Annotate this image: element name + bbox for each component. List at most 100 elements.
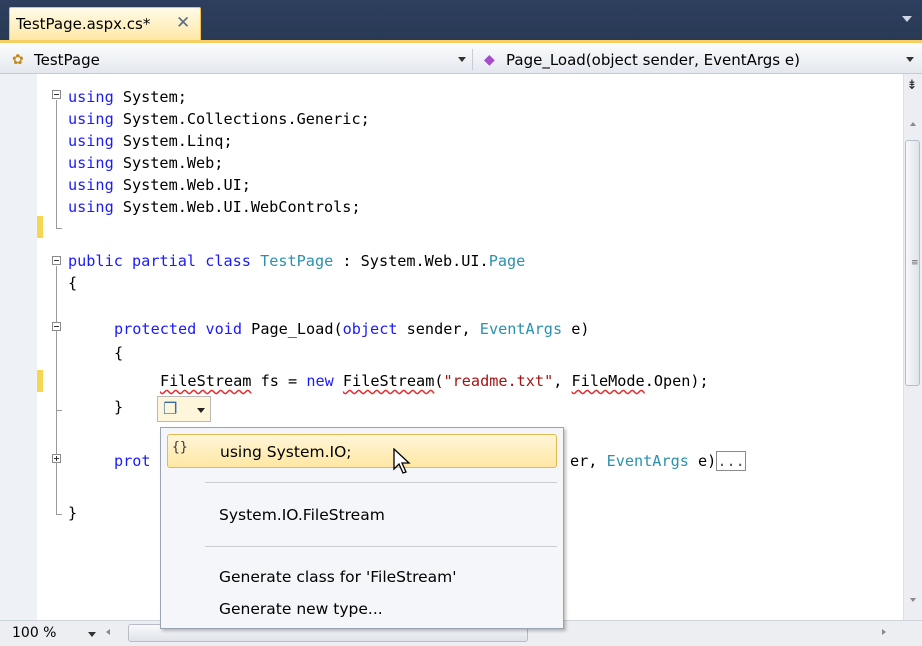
chevron-down-icon[interactable] (88, 632, 96, 637)
scroll-up-icon[interactable] (910, 122, 916, 126)
change-marker (37, 370, 43, 392)
menu-item-generate-class[interactable]: Generate class for 'FileStream' (167, 560, 557, 594)
code-line: { (114, 344, 124, 362)
code-text: System.Linq; (113, 132, 233, 150)
menu-item-using-system-io[interactable]: {} using System.IO; (167, 434, 557, 468)
document-tab-strip: TestPage.aspx.cs* ✕ (0, 0, 922, 40)
menu-item-label: Generate new type... (219, 600, 383, 618)
scroll-right-icon[interactable] (882, 629, 886, 635)
menu-item-label: System.IO.FileStream (219, 506, 385, 524)
code-text: sender, (397, 320, 480, 338)
outline-line (56, 100, 57, 228)
code-line: using System; (68, 86, 187, 108)
splitter-icon[interactable]: ⇟ (904, 78, 920, 94)
code-text: er, (570, 452, 607, 470)
code-text: System.Web; (113, 154, 224, 172)
outline-line (56, 228, 62, 229)
keyword: using (68, 110, 114, 128)
outline-line (56, 514, 62, 515)
smart-tag-button[interactable]: ❐ (157, 396, 211, 422)
keyword: void (205, 320, 243, 338)
code-line: using System.Web; (68, 152, 223, 174)
code-line: using System.Linq; (68, 130, 233, 152)
keyword: public (68, 252, 123, 270)
keyword: protected (114, 320, 197, 338)
collapsed-region[interactable]: ... (716, 451, 746, 471)
code-text: System; (113, 88, 187, 106)
type-name: FileStream (342, 372, 435, 390)
class-icon: ✿ (12, 52, 24, 68)
code-line: } (114, 398, 124, 416)
chevron-down-icon[interactable] (906, 57, 914, 62)
method-icon: ◆ (484, 52, 495, 68)
code-text: fs = (251, 372, 307, 390)
namespace-icon: {} (172, 440, 188, 455)
type-name: TestPage (260, 252, 334, 270)
code-text: : System.Web.UI. (333, 252, 489, 270)
type-name: Page (488, 252, 526, 270)
divider (472, 49, 473, 70)
type-name: FileStream (160, 372, 252, 390)
code-text: System.Collections.Generic; (113, 110, 370, 128)
code-text: System.Web.UI; (113, 176, 251, 194)
keyword: using (68, 198, 114, 216)
keyword: using (68, 88, 114, 106)
collapse-icon[interactable] (52, 322, 61, 331)
tab-list-dropdown-icon[interactable] (902, 16, 912, 22)
smart-tag-icon: ❐ (163, 399, 178, 418)
code-line: public partial class TestPage : System.W… (68, 250, 525, 272)
mouse-cursor-icon (393, 448, 411, 474)
outline-line (56, 332, 57, 410)
change-marker (37, 216, 43, 238)
code-line: protected void Page_Load(object sender, … (114, 318, 590, 340)
collapse-icon[interactable] (52, 90, 61, 99)
scroll-left-icon[interactable] (106, 629, 110, 635)
code-text: .Open); (644, 372, 709, 390)
code-line: er, EventArgs e)... (570, 450, 746, 472)
menu-item-label: Generate class for 'FileStream' (219, 568, 457, 586)
menu-separator (205, 546, 557, 547)
zoom-level[interactable]: 100 % (12, 625, 56, 641)
collapse-icon[interactable] (52, 256, 61, 265)
code-line: prot (114, 450, 151, 472)
navigation-bar: ✿ TestPage ◆ Page_Load(object sender, Ev… (0, 40, 922, 74)
code-text: Page_Load( (242, 320, 343, 338)
code-text: , (553, 372, 572, 390)
class-dropdown[interactable]: ✿ TestPage (6, 48, 470, 71)
tab-title: TestPage.aspx.cs* (16, 15, 151, 33)
keyword: new (306, 372, 334, 390)
menu-item-label: using System.IO; (220, 443, 352, 461)
close-icon[interactable]: ✕ (176, 13, 190, 33)
menu-item-fully-qualify[interactable]: System.IO.FileStream (167, 498, 557, 532)
outline-line (56, 410, 62, 411)
smart-tag-menu: {} using System.IO; System.IO.FileStream… (160, 427, 564, 629)
code-text: e) (688, 452, 717, 470)
keyword: using (68, 176, 114, 194)
code-text: System.Web.UI.WebControls; (113, 198, 361, 216)
indicator-margin (0, 74, 37, 620)
keyword: using (68, 132, 114, 150)
code-text: ( (434, 372, 444, 390)
chevron-down-icon[interactable] (197, 408, 205, 413)
chevron-down-icon[interactable] (458, 57, 466, 62)
class-dropdown-label: TestPage (34, 51, 100, 69)
type-name: EventArgs (479, 320, 563, 338)
scroll-down-icon[interactable] (910, 598, 916, 602)
expand-icon[interactable] (52, 454, 61, 463)
string-literal: "readme.txt" (443, 372, 554, 390)
menu-item-generate-new-type[interactable]: Generate new type... (167, 592, 557, 626)
member-dropdown[interactable]: ◆ Page_Load(object sender, EventArgs e) (478, 48, 918, 71)
keyword: object (342, 320, 398, 338)
keyword: prot (114, 452, 151, 470)
keyword: using (68, 154, 114, 172)
code-line: using System.Collections.Generic; (68, 108, 370, 130)
code-line: } (68, 504, 78, 522)
code-text: e) (562, 320, 590, 338)
tab-testpage[interactable]: TestPage.aspx.cs* ✕ (9, 7, 201, 40)
code-line: FileStream fs = new FileStream("readme.t… (160, 370, 709, 392)
menu-separator (205, 482, 557, 483)
